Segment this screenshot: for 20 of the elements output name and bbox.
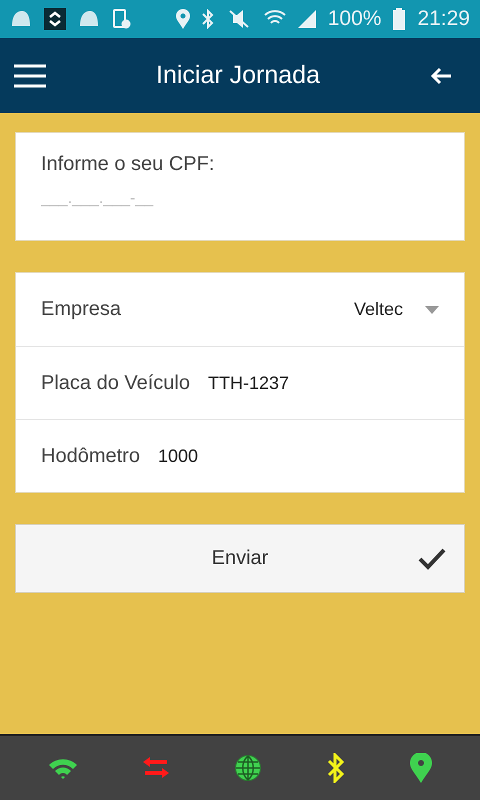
submit-button[interactable]: Enviar bbox=[15, 524, 465, 593]
dropdown-caret-icon[interactable] bbox=[425, 306, 439, 314]
menu-icon[interactable] bbox=[14, 64, 46, 88]
field-value[interactable]: TTH-1237 bbox=[208, 372, 290, 394]
battery-icon bbox=[393, 8, 406, 30]
sync-icon bbox=[44, 8, 66, 30]
location-pin-icon bbox=[176, 9, 190, 29]
clock-time: 21:29 bbox=[417, 7, 470, 31]
field-value[interactable]: 1000 bbox=[158, 446, 198, 466]
field-label: Empresa bbox=[41, 298, 122, 321]
field-label: Placa do Veículo bbox=[41, 372, 190, 394]
signal-icon bbox=[298, 10, 316, 28]
page-title: Iniciar Jornada bbox=[155, 61, 321, 90]
company-select[interactable]: Veltec bbox=[354, 299, 403, 320]
checkmark-icon bbox=[418, 548, 446, 570]
battery-percentage: 100% bbox=[328, 7, 382, 31]
cpf-label: Informe o seu CPF: bbox=[41, 153, 216, 176]
field-label: Hodômetro bbox=[41, 444, 140, 468]
bluetooth-icon bbox=[202, 9, 214, 29]
back-arrow-icon[interactable] bbox=[430, 66, 452, 84]
